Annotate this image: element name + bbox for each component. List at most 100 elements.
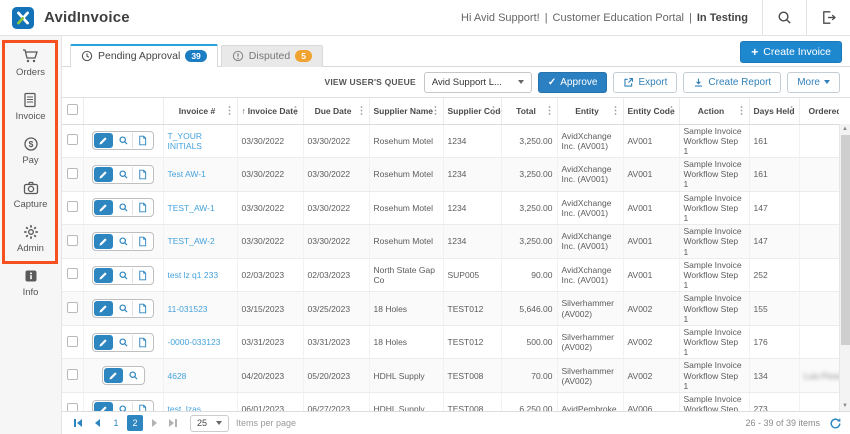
- invoice-number-link[interactable]: 11-031523: [168, 304, 233, 314]
- attachment-button[interactable]: [133, 234, 152, 249]
- sidebar-item-capture[interactable]: Capture: [14, 180, 48, 210]
- column-menu-icon[interactable]: ⋮: [431, 105, 441, 116]
- select-all-checkbox[interactable]: [67, 104, 78, 115]
- column-menu-icon[interactable]: ⋮: [225, 105, 235, 116]
- next-page-button[interactable]: [146, 415, 162, 431]
- column-header-row-actions[interactable]: [83, 98, 163, 124]
- column-header-supplier-name[interactable]: Supplier Name⋮: [369, 98, 443, 124]
- invoice-number-link[interactable]: T_YOUR INITIALS: [168, 131, 233, 151]
- row-checkbox[interactable]: [67, 134, 78, 145]
- sidebar-item-admin[interactable]: Admin: [17, 224, 44, 254]
- create-invoice-button[interactable]: + Create Invoice: [740, 41, 842, 63]
- page-button-1[interactable]: 1: [108, 415, 124, 431]
- user-queue-select[interactable]: Avid Support L...: [424, 72, 532, 93]
- sidebar-item-invoice[interactable]: Invoice: [15, 92, 45, 122]
- items-per-page-select[interactable]: 25: [190, 415, 229, 432]
- row-checkbox[interactable]: [67, 168, 78, 179]
- column-menu-icon[interactable]: ⋮: [357, 105, 367, 116]
- column-menu-icon[interactable]: ⋮: [545, 105, 555, 116]
- search-button[interactable]: [762, 0, 806, 35]
- edit-invoice-button[interactable]: [94, 335, 113, 350]
- logout-button[interactable]: [806, 0, 850, 35]
- row-checkbox[interactable]: [67, 268, 78, 279]
- edit-invoice-button[interactable]: [94, 301, 113, 316]
- more-button[interactable]: More: [787, 72, 840, 93]
- edit-invoice-button[interactable]: [94, 234, 113, 249]
- tab-pending-approval[interactable]: Pending Approval 39: [70, 44, 218, 68]
- column-header-due-date[interactable]: Due Date⋮: [303, 98, 369, 124]
- plus-icon: +: [751, 46, 758, 58]
- column-menu-icon[interactable]: ⋮: [489, 105, 499, 116]
- column-menu-icon[interactable]: ⋮: [291, 105, 301, 116]
- column-menu-icon[interactable]: ⋮: [787, 105, 797, 116]
- approve-button[interactable]: ✓ Approve: [538, 72, 608, 93]
- invoice-number-link[interactable]: TEST_AW-2: [168, 236, 233, 246]
- attachment-button[interactable]: [133, 402, 152, 411]
- tab-disputed[interactable]: Disputed 5: [221, 45, 323, 68]
- row-select-cell: [62, 124, 83, 158]
- preview-invoice-button[interactable]: [114, 402, 133, 411]
- vertical-scrollbar[interactable]: ▲ ▼: [839, 124, 850, 411]
- preview-invoice-button[interactable]: [124, 368, 143, 383]
- column-header-days-held[interactable]: Days Held⋮: [749, 98, 799, 124]
- edit-invoice-button[interactable]: [94, 133, 113, 148]
- preview-invoice-button[interactable]: [114, 268, 133, 283]
- preview-invoice-button[interactable]: [114, 335, 133, 350]
- portal-name[interactable]: Customer Education Portal: [553, 12, 684, 24]
- row-checkbox[interactable]: [67, 369, 78, 380]
- preview-invoice-button[interactable]: [114, 301, 133, 316]
- edit-invoice-button[interactable]: [104, 368, 123, 383]
- column-header-supplier-code[interactable]: Supplier Code⋮: [443, 98, 501, 124]
- sidebar-item-orders[interactable]: Orders: [16, 48, 45, 78]
- user-greeting[interactable]: Hi Avid Support!: [461, 12, 540, 24]
- attachment-button[interactable]: [133, 335, 152, 350]
- invoice-number-link[interactable]: -0000-033123: [168, 337, 233, 347]
- preview-invoice-button[interactable]: [114, 167, 133, 182]
- attachment-button[interactable]: [133, 133, 152, 148]
- row-checkbox[interactable]: [67, 403, 78, 411]
- scroll-down-icon[interactable]: ▼: [842, 401, 848, 411]
- edit-invoice-button[interactable]: [94, 200, 113, 215]
- prev-page-button[interactable]: [89, 415, 105, 431]
- sidebar-item-info[interactable]: Info: [23, 268, 39, 298]
- invoice-number-link[interactable]: Test AW-1: [168, 169, 233, 179]
- invoice-number-link[interactable]: TEST_AW-1: [168, 203, 233, 213]
- invoice-number-link[interactable]: test_lzas: [168, 404, 233, 411]
- refresh-button[interactable]: [829, 417, 842, 430]
- last-page-button[interactable]: [165, 415, 181, 431]
- attachment-button[interactable]: [133, 200, 152, 215]
- preview-invoice-button[interactable]: [114, 133, 133, 148]
- scrollbar-thumb[interactable]: [841, 135, 850, 345]
- attachment-button[interactable]: [133, 268, 152, 283]
- invoice-number-link[interactable]: 4628: [168, 371, 233, 381]
- column-header-action[interactable]: Action⋮: [679, 98, 749, 124]
- edit-invoice-button[interactable]: [94, 268, 113, 283]
- scroll-up-icon[interactable]: ▲: [842, 124, 848, 134]
- row-checkbox[interactable]: [67, 302, 78, 313]
- export-button[interactable]: Export: [613, 72, 677, 93]
- sidebar-item-pay[interactable]: $ Pay: [22, 136, 38, 166]
- column-header-entity-code[interactable]: Entity Code⋮: [623, 98, 679, 124]
- column-header-invoice-number[interactable]: Invoice #⋮: [163, 98, 237, 124]
- column-menu-icon[interactable]: ⋮: [611, 105, 621, 116]
- column-header-ordered[interactable]: Ordered⋮: [799, 98, 839, 124]
- edit-invoice-button[interactable]: [94, 402, 113, 411]
- column-header-entity[interactable]: Entity⋮: [557, 98, 623, 124]
- create-report-button[interactable]: Create Report: [683, 72, 781, 93]
- attachment-button[interactable]: [133, 301, 152, 316]
- column-header-invoice-date[interactable]: ↑Invoice Date⋮: [237, 98, 303, 124]
- preview-invoice-button[interactable]: [114, 234, 133, 249]
- preview-invoice-button[interactable]: [114, 200, 133, 215]
- column-menu-icon[interactable]: ⋮: [737, 105, 747, 116]
- row-checkbox[interactable]: [67, 235, 78, 246]
- invoice-number-link[interactable]: test lz q1 233: [168, 270, 233, 280]
- attachment-button[interactable]: [133, 167, 152, 182]
- invoice-icon: [22, 92, 38, 108]
- edit-invoice-button[interactable]: [94, 167, 113, 182]
- column-header-total[interactable]: Total⋮: [501, 98, 557, 124]
- row-checkbox[interactable]: [67, 336, 78, 347]
- column-menu-icon[interactable]: ⋮: [667, 105, 677, 116]
- page-button-2[interactable]: 2: [127, 415, 143, 431]
- first-page-button[interactable]: [70, 415, 86, 431]
- row-checkbox[interactable]: [67, 201, 78, 212]
